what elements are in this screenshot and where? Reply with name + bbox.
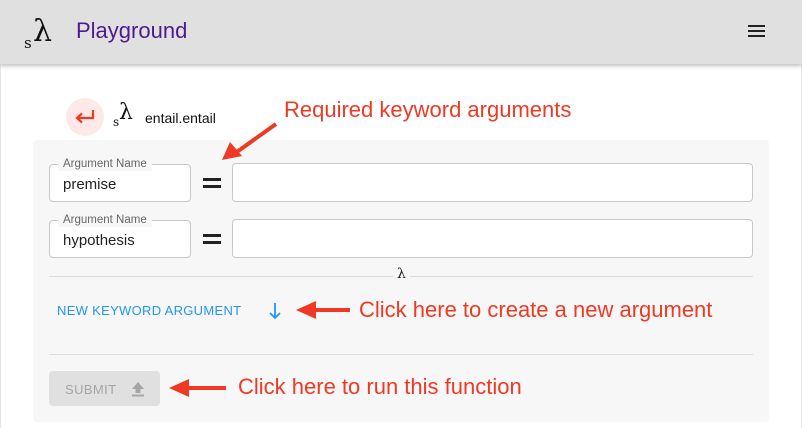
app-logo-lambda: λ [33, 14, 53, 49]
submit-button[interactable]: SUBMIT [49, 371, 160, 406]
argument-value-field-hypothesis[interactable] [232, 219, 753, 258]
annotation-arrow-icon [169, 379, 226, 397]
arrow-down-icon[interactable] [267, 301, 283, 321]
equals-sign [203, 234, 221, 244]
function-logo: s λ [113, 100, 139, 130]
app-logo: s λ [24, 12, 58, 52]
argument-name-value: hypothesis [63, 232, 135, 249]
equals-sign [203, 178, 221, 188]
argument-value-field-premise[interactable] [232, 163, 753, 202]
annotation-new-argument: Click here to create a new argument [359, 297, 713, 322]
argument-name-value: premise [63, 176, 117, 193]
app-bar: s λ Playground [0, 0, 802, 64]
annotation-required-arguments: Required keyword arguments [284, 97, 572, 122]
annotation-arrow-icon [296, 301, 350, 319]
hamburger-menu-icon[interactable] [746, 22, 768, 40]
argument-name-field-premise[interactable]: Argument Name premise [49, 157, 191, 202]
back-button[interactable] [66, 98, 104, 136]
upload-icon [132, 382, 144, 397]
app-title: Playground [76, 18, 188, 43]
function-logo-lambda: λ [119, 100, 133, 125]
submit-label: SUBMIT [65, 382, 117, 397]
app-logo-subscript: s [24, 34, 32, 52]
annotation-run-function: Click here to run this function [238, 374, 522, 399]
new-keyword-argument-button[interactable]: NEW KEYWORD ARGUMENT [57, 303, 241, 318]
return-arrow-icon [75, 110, 95, 124]
function-name: entail.entail [145, 110, 216, 126]
lambda-separator: λ [393, 266, 410, 282]
argument-name-legend: Argument Name [58, 213, 152, 227]
argument-name-field-hypothesis[interactable]: Argument Name hypothesis [49, 213, 191, 258]
submit-divider [49, 354, 753, 355]
annotation-arrow-icon [222, 122, 278, 160]
argument-name-legend: Argument Name [58, 157, 152, 171]
